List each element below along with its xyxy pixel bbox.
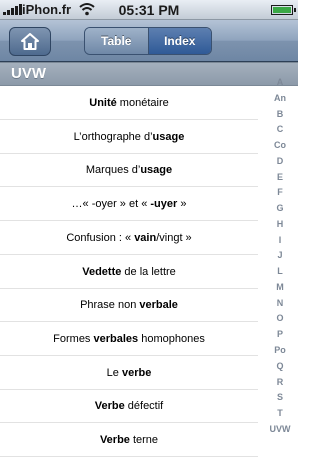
list-item[interactable]: Verbe terne [0,423,258,457]
status-time: 05:31 PM [118,2,180,18]
list-item-label: Unité monétaire [89,97,169,109]
index-letter[interactable]: M [276,282,284,292]
index-letter[interactable]: Q [276,361,283,371]
list-item[interactable]: Vedette de la lettre [0,255,258,289]
index-letter[interactable]: P [277,330,283,339]
list-item-label: Vedette de la lettre [82,265,176,278]
index-letter[interactable]: H [277,219,284,229]
list-item[interactable]: Phrase non verbale [0,288,258,323]
index-letter[interactable]: F [277,188,283,197]
view-segmented-control: Table Index [84,27,212,55]
list-item[interactable]: Le verbe [0,356,258,390]
list-item[interactable]: Marques d’usage [0,153,258,188]
list-item-label: L’orthographe d’usage [73,130,185,143]
section-title: UVW [11,65,46,82]
home-button[interactable] [9,27,51,56]
list-item[interactable]: Unité monétaire [0,86,258,120]
index-letter[interactable]: C [277,125,284,134]
index-letter[interactable]: J [277,251,282,260]
index-letter[interactable]: N [277,298,284,308]
segment-table[interactable]: Table [85,28,149,54]
list-item-label: Le verbe [106,366,152,379]
index-letter[interactable]: T [277,409,283,418]
list-item-label: Verbe défectif [94,400,164,413]
section-index[interactable]: A An B C Co D E F G H I J L M N O P Po Q R S T UVW [262,78,298,434]
battery-icon [271,5,296,15]
index-letter[interactable]: UVW [270,424,291,434]
list-item-label: Phrase non verbale [80,299,178,312]
index-letter[interactable]: S [277,393,283,402]
list-item[interactable]: L’orthographe d’usage [0,120,258,154]
status-bar: iPhon.fr 05:31 PM [0,0,298,20]
index-letter[interactable]: I [279,235,282,245]
index-letter[interactable]: Co [274,141,286,150]
list-item[interactable]: Confusion : « vain/vingt » [0,221,258,255]
list-item-label: …« -oyer » et « -uyer » [71,198,187,211]
index-letter[interactable]: G [276,204,283,213]
list-item-label: Verbe terne [99,434,159,446]
section-header: UVW [0,62,298,86]
segment-index[interactable]: Index [148,28,211,54]
navigation-bar: Table Index [0,20,298,62]
index-letter[interactable]: R [277,377,284,387]
index-letter[interactable]: E [277,172,283,182]
index-letter[interactable]: L [277,267,283,276]
index-letter[interactable]: B [277,109,284,119]
index-letter[interactable]: A [277,78,284,87]
index-letter[interactable]: Po [274,346,286,355]
list-item-label: Formes verbales homophones [53,332,205,345]
list-item[interactable]: …« -oyer » et « -uyer » [0,187,258,222]
list-item[interactable]: Formes verbales homophones [0,322,258,356]
list-item[interactable]: Verbe défectif [0,389,258,424]
list-item-label: Confusion : « vain/vingt » [66,231,192,244]
list-item-label: Marques d’usage [85,164,173,177]
index-letter[interactable]: D [277,156,284,166]
index-letter[interactable]: An [274,93,286,103]
index-letter[interactable]: O [276,314,283,323]
